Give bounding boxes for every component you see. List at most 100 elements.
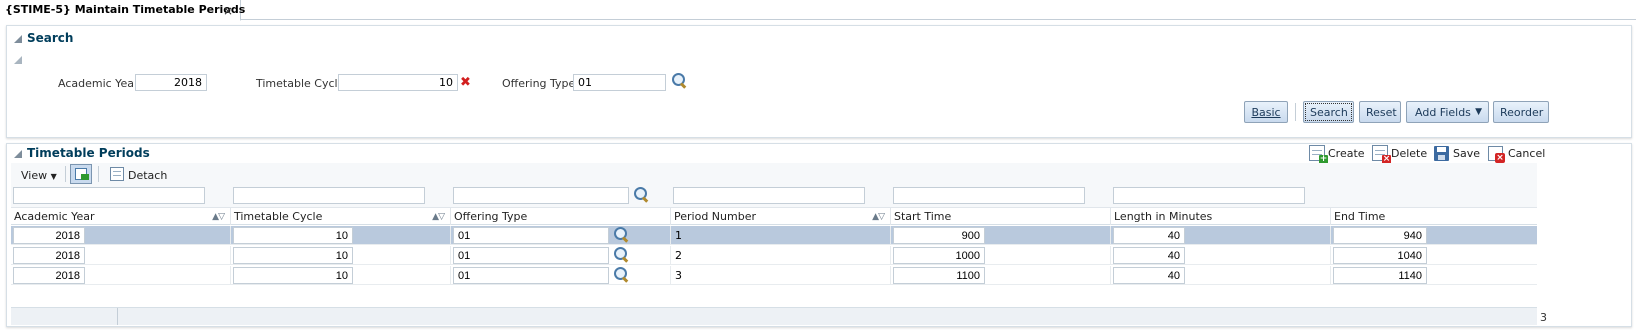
academic-year-input[interactable] [135,74,207,91]
end-time-cell[interactable] [1333,267,1427,284]
close-icon[interactable]: × [223,4,233,18]
row-count: 3 [1540,311,1547,324]
empty-table-area [11,286,1537,306]
period-number-cell: 1 [675,229,682,242]
filter-period-number[interactable] [673,187,865,204]
detach-button[interactable]: Detach [128,169,167,182]
column-header-academic-year[interactable]: Academic Year ▲▽ [11,208,231,225]
table-row[interactable]: 3 [11,266,1537,285]
column-header-timetable-cycle[interactable]: Timetable Cycle ▲▽ [231,208,451,225]
filter-start-time[interactable] [893,187,1085,204]
timetable-cycle-cell[interactable] [233,227,353,244]
offering-type-cell[interactable] [453,247,609,264]
sort-icon[interactable]: ▲▽ [432,212,445,222]
header-row: Academic Year ▲▽ Timetable Cycle ▲▽ Offe… [11,208,1537,225]
dropdown-arrow-icon: ▼ [1475,107,1482,117]
column-label: Timetable Cycle [234,210,323,223]
create-icon[interactable]: + [1309,145,1328,164]
search-lookup-icon[interactable] [671,73,687,89]
academic-year-cell[interactable] [13,227,85,244]
filter-academic-year[interactable] [13,187,205,204]
period-number-cell: 3 [675,269,682,282]
reorder-button[interactable]: Reorder [1493,101,1549,123]
filter-timetable-cycle[interactable] [233,187,425,204]
sort-icon[interactable]: ▲▽ [212,212,225,222]
collapse-triangle-icon[interactable] [14,35,22,43]
basic-button-label: Basic [1251,106,1281,119]
search-title: Search [27,31,74,45]
filter-offering-type[interactable] [453,187,629,204]
cancel-button[interactable]: Cancel [1508,147,1545,160]
column-label: Period Number [674,210,756,223]
column-label: Length in Minutes [1114,210,1213,223]
filter-length-in-minutes[interactable] [1113,187,1305,204]
academic-year-cell[interactable] [13,267,85,284]
save-button[interactable]: Save [1453,147,1480,160]
footer-separator [117,308,118,325]
table-footer [11,307,1537,325]
period-number-cell: 2 [675,249,682,262]
offering-type-input[interactable] [573,74,666,91]
toolbar-separator [98,166,99,182]
toolbar-separator [65,166,66,182]
search-button[interactable]: Search [1303,101,1354,123]
column-label: End Time [1334,210,1386,223]
sort-icon[interactable]: ▲▽ [872,212,885,222]
timetable-cycle-label: Timetable Cycle [256,77,345,90]
detach-icon[interactable] [110,167,124,181]
vertical-scrollbar[interactable] [1537,184,1549,325]
basic-button[interactable]: Basic [1244,101,1288,123]
results-title: Timetable Periods [27,146,150,160]
offering-type-cell[interactable] [453,267,609,284]
filter-lookup-icon[interactable] [633,187,649,203]
button-separator [1295,103,1296,121]
tab-bar: {STIME-5} Maintain Timetable Periods × [0,0,1636,21]
view-menu-label: View [21,169,48,182]
timetable-cycle-cell[interactable] [233,247,353,264]
table-row[interactable]: 2 [11,246,1537,265]
start-time-cell[interactable] [893,267,985,284]
view-menu[interactable]: View ▼ [21,169,57,182]
results-panel-header[interactable]: Timetable Periods [14,146,150,160]
delete-icon[interactable]: × [1372,145,1391,164]
save-icon[interactable] [1434,146,1449,161]
start-time-cell[interactable] [893,247,985,264]
timetable-cycle-cell[interactable] [233,267,353,284]
create-button[interactable]: Create [1328,147,1365,160]
length-in-minutes-cell[interactable] [1113,227,1185,244]
search-panel: Search Academic Year Timetable Cycle ✖ O… [6,25,1632,138]
offering-type-cell[interactable] [453,227,609,244]
column-header-period-number[interactable]: Period Number ▲▽ [671,208,891,225]
expand-triangle-icon[interactable] [14,56,22,64]
column-header-offering-type[interactable]: Offering Type [451,208,671,225]
end-time-cell[interactable] [1333,227,1427,244]
tab-maintain-timetable-periods[interactable]: {STIME-5} Maintain Timetable Periods × [0,0,245,21]
column-header-start-time[interactable]: Start Time [891,208,1111,225]
offering-type-label: Offering Type [502,77,576,90]
column-label: Offering Type [454,210,528,223]
timetable-cycle-input[interactable] [338,74,458,91]
add-fields-label: Add Fields [1415,106,1471,119]
search-panel-header[interactable]: Search [14,31,73,45]
offering-type-lookup-icon[interactable] [613,267,629,283]
length-in-minutes-cell[interactable] [1113,247,1185,264]
delete-button[interactable]: Delete [1391,147,1427,160]
collapse-triangle-icon[interactable] [14,150,22,158]
reset-button[interactable]: Reset [1359,101,1401,123]
filter-row [11,184,1537,208]
column-header-length-in-minutes[interactable]: Length in Minutes [1111,208,1331,225]
academic-year-cell[interactable] [13,247,85,264]
column-header-end-time[interactable]: End Time [1331,208,1537,225]
clear-icon[interactable]: ✖ [460,76,472,89]
offering-type-lookup-icon[interactable] [613,227,629,243]
cancel-icon[interactable]: × [1488,146,1505,163]
table-row[interactable]: 1 [11,226,1537,245]
add-fields-button[interactable]: Add Fields ▼ [1406,101,1489,123]
start-time-cell[interactable] [893,227,985,244]
tab-title: {STIME-5} Maintain Timetable Periods [5,3,246,16]
query-by-example-icon[interactable] [70,164,92,184]
table-toolbar [11,163,1537,185]
length-in-minutes-cell[interactable] [1113,267,1185,284]
end-time-cell[interactable] [1333,247,1427,264]
offering-type-lookup-icon[interactable] [613,247,629,263]
